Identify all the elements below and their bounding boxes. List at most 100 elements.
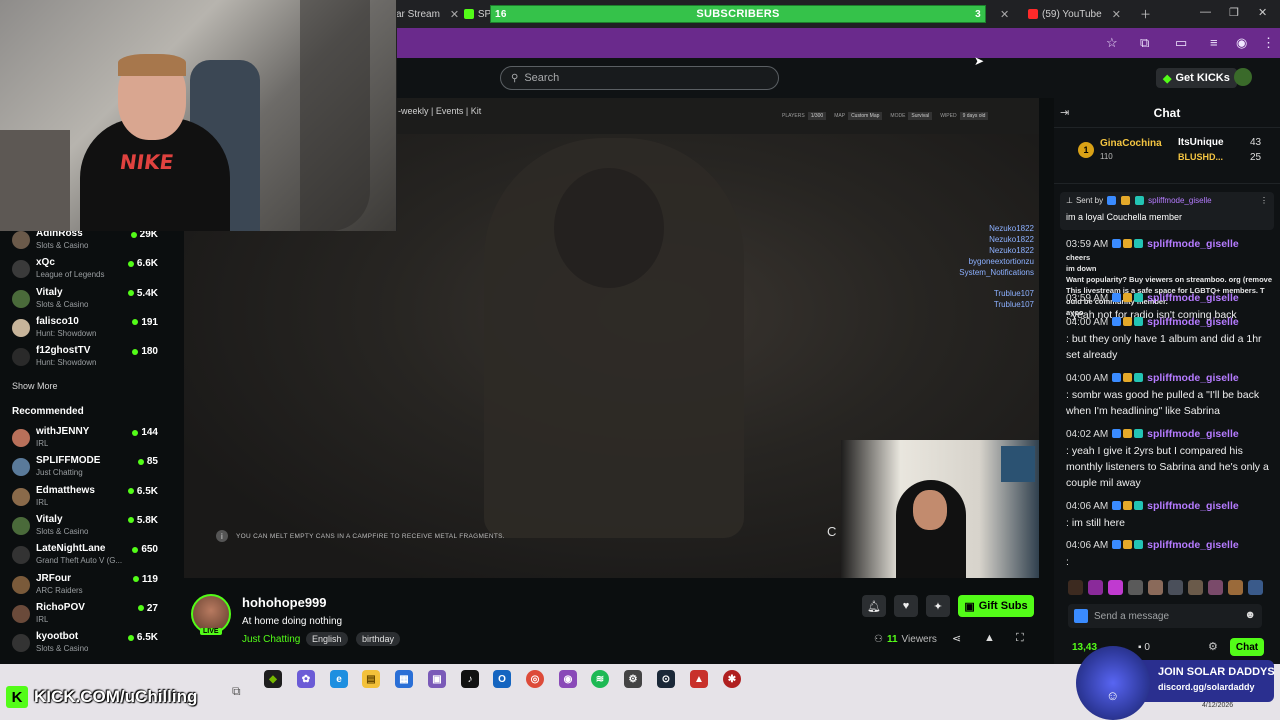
message-time: 03:59 AM — [1066, 293, 1109, 304]
gifter-name[interactable]: ItsUnique — [1178, 137, 1224, 148]
sidebar-channel-richopov[interactable]: RichoPOV IRL 27 — [12, 602, 162, 630]
streamer-name[interactable]: hohohope999 — [242, 595, 327, 610]
tab-stream[interactable]: ar Stream ✕ — [396, 4, 458, 24]
info-icon: i — [216, 530, 228, 542]
follow-heart-icon[interactable]: ♥ — [894, 595, 918, 617]
tag-english[interactable]: English — [306, 632, 348, 646]
gifter-name[interactable]: GinaCochina — [1100, 138, 1162, 149]
message-username[interactable]: spliffmode_giselle — [1147, 428, 1239, 440]
subscriber-goal-bar: 16 SUBSCRIBERS 3 — [490, 5, 986, 23]
emote-icon[interactable] — [1168, 580, 1183, 595]
stream-info: LIVE hohohope999 At home doing nothing J… — [184, 586, 1039, 664]
rust-icon[interactable]: ▲ — [690, 670, 708, 688]
message-username[interactable]: spliffmode_giselle — [1147, 292, 1239, 304]
user-avatar[interactable] — [1234, 68, 1252, 86]
sidebar-channel-falisco10[interactable]: falisco10 Hunt: Showdown 191 — [12, 316, 162, 344]
close-icon[interactable]: ✕ — [450, 8, 458, 21]
emote-icon[interactable] — [1088, 580, 1103, 595]
sidebar-channel-spliffmode[interactable]: SPLIFFMODE Just Chatting 85 — [12, 455, 162, 483]
bookmark-star-icon[interactable]: ☆ — [1106, 35, 1118, 51]
report-icon[interactable]: ▲ — [984, 632, 995, 644]
sidebar-channel-kyootbot[interactable]: kyootbot Slots & Casino 6.5K — [12, 631, 162, 659]
close-tab-icon[interactable]: ✕ — [1000, 4, 1012, 24]
killfeed-entry: bygoneextortionzu — [968, 257, 1034, 266]
emote-icon[interactable] — [1208, 580, 1223, 595]
pinned-options-icon[interactable]: ⋮ — [1260, 196, 1268, 205]
subscribe-star-icon[interactable]: ✦ — [926, 595, 950, 617]
channel-category: Slots & Casino — [36, 299, 89, 309]
message-username[interactable]: spliffmode_giselle — [1147, 539, 1239, 551]
show-more-button[interactable]: Show More — [12, 381, 58, 391]
live-dot-icon — [127, 290, 134, 297]
task-view-icon[interactable]: ⧉ — [232, 684, 241, 699]
obs-icon[interactable]: ◉ — [559, 670, 577, 688]
channel-category: IRL — [36, 614, 49, 624]
people-icon: ⚇ — [874, 634, 883, 645]
gift-subs-button[interactable]: ▣ Gift Subs — [958, 595, 1034, 617]
emoji-icon[interactable]: ☻ — [1244, 609, 1256, 621]
emote-icon[interactable] — [1068, 580, 1083, 595]
sidebar-channel-latenightlane[interactable]: LateNightLane Grand Theft Auto V (G... 650 — [12, 543, 162, 571]
live-dot-icon — [130, 231, 137, 238]
emote-icon[interactable] — [1248, 580, 1263, 595]
channel-name: LateNightLane — [36, 543, 106, 555]
sidebar-channel-xqc[interactable]: xQc League of Legends 6.6K — [12, 257, 162, 285]
close-icon[interactable]: ✕ — [1112, 8, 1121, 21]
calendar-icon[interactable]: ▦ — [395, 670, 413, 688]
file-explorer-icon[interactable]: ▤ — [362, 670, 380, 688]
emote-icon[interactable] — [1228, 580, 1243, 595]
sidebar-channel-edmatthews[interactable]: Edmatthews IRL 6.5K — [12, 485, 162, 513]
gifter-name[interactable]: BLUSHD... — [1178, 152, 1223, 162]
badge-icon — [1134, 239, 1144, 248]
app-icon[interactable]: ▣ — [428, 670, 446, 688]
steam-icon[interactable]: ⊙ — [657, 670, 675, 688]
sidebar-channel-withjenny[interactable]: withJENNY IRL 144 — [12, 426, 162, 454]
media-icon[interactable]: ≡ — [1210, 35, 1218, 50]
tag-birthday[interactable]: birthday — [356, 632, 401, 646]
restore-icon[interactable]: ❐ — [1229, 6, 1239, 19]
emote-icon[interactable] — [1188, 580, 1203, 595]
emote-icon[interactable] — [1148, 580, 1163, 595]
send-message-input[interactable]: Send a message ☻ — [1068, 604, 1262, 628]
killfeed-entry: Trublue107 — [993, 289, 1034, 298]
message-username[interactable]: spliffmode_giselle — [1147, 372, 1239, 384]
sidebar-channel-vitaly[interactable]: Vitaly Slots & Casino 5.8K — [12, 514, 162, 542]
copilot-icon[interactable]: ✿ — [297, 670, 315, 688]
sidebar-channel-adinross[interactable]: AdinRoss Slots & Casino 29K — [12, 228, 162, 256]
pinned-username[interactable]: spliffmode_giselle — [1148, 196, 1211, 205]
message-username[interactable]: spliffmode_giselle — [1147, 316, 1239, 328]
message-username[interactable]: spliffmode_giselle — [1147, 238, 1239, 250]
live-badge: LIVE — [200, 628, 222, 635]
sidebar-channel-jrfour[interactable]: JRFour ARC Raiders 119 — [12, 573, 162, 601]
sidebar-channel-vitaly[interactable]: Vitaly Slots & Casino 5.4K — [12, 287, 162, 315]
spotify-icon[interactable]: ≋ — [591, 670, 609, 688]
channel-name: RichoPOV — [36, 601, 85, 613]
emote-icon[interactable] — [1128, 580, 1143, 595]
new-tab-icon[interactable]: ＋ — [1140, 6, 1151, 22]
theater-mode-icon[interactable]: ⛶ — [1016, 632, 1024, 645]
stream-category[interactable]: Just Chatting — [242, 634, 300, 645]
share-icon[interactable]: ⋖ — [952, 632, 961, 645]
outlook-icon[interactable]: O — [493, 670, 511, 688]
menu-icon[interactable]: ⋮ — [1262, 35, 1275, 51]
extensions-icon[interactable]: ⧉ — [1140, 35, 1149, 51]
viewer-label: Viewers — [901, 634, 937, 645]
message-username[interactable]: spliffmode_giselle — [1147, 500, 1239, 512]
profile-icon[interactable]: ◉ — [1236, 35, 1247, 51]
app-red-icon[interactable]: ✱ — [723, 670, 741, 688]
search-input[interactable]: ⚲ Search — [500, 66, 779, 90]
subscriber-goal-right: 3 — [975, 8, 981, 20]
chrome-icon[interactable]: ◎ — [526, 670, 544, 688]
edge-icon[interactable]: e — [330, 670, 348, 688]
close-window-icon[interactable]: ✕ — [1258, 6, 1267, 19]
notification-bell-icon[interactable]: 🔔︎ — [862, 595, 886, 617]
tiktok-icon[interactable]: ♪ — [461, 670, 479, 688]
get-kicks-button[interactable]: ◆ Get KICKs — [1156, 68, 1237, 88]
cast-icon[interactable]: ▭ — [1175, 35, 1187, 51]
minimize-icon[interactable]: — — [1200, 6, 1211, 18]
emote-icon[interactable] — [1108, 580, 1123, 595]
nvidia-icon[interactable]: ◆ — [264, 670, 282, 688]
tab-youtube[interactable]: (59) YouTube ✕ — [1028, 4, 1138, 24]
settings-icon[interactable]: ⚙ — [624, 670, 642, 688]
sidebar-channel-f12ghosttv[interactable]: f12ghostTV Hunt: Showdown 180 — [12, 345, 162, 373]
